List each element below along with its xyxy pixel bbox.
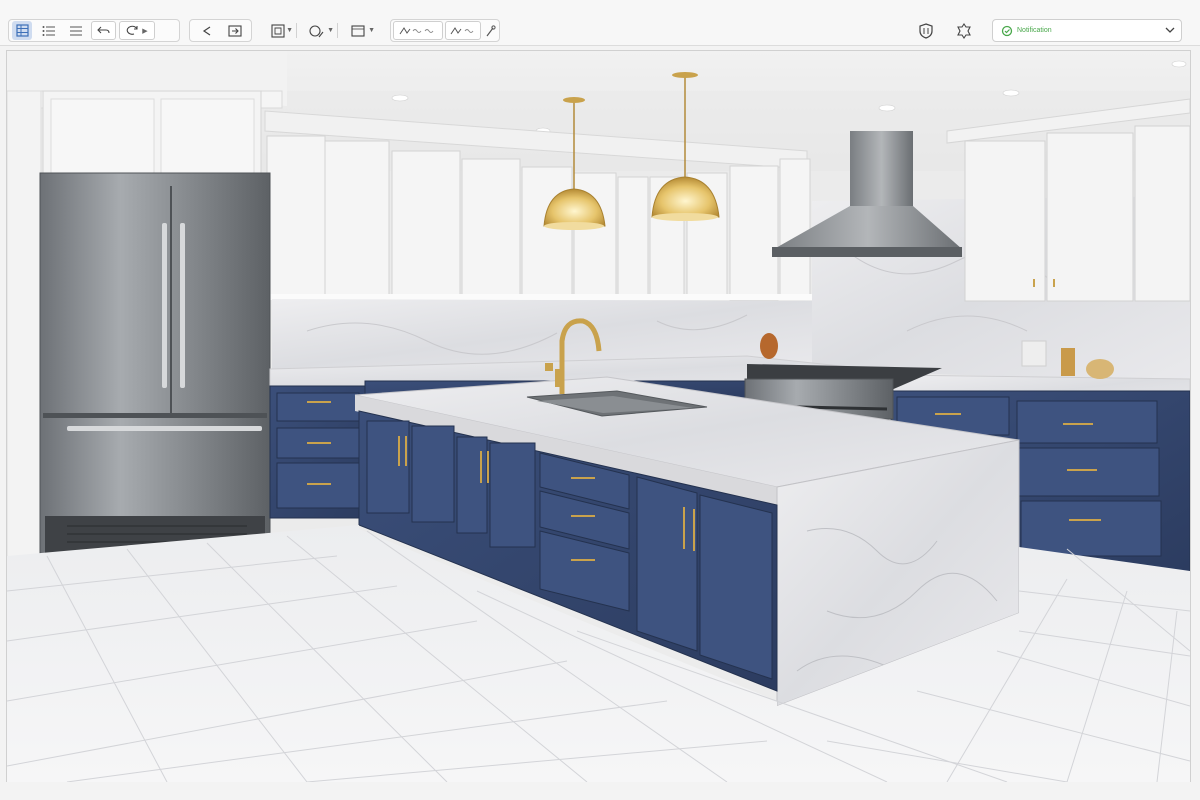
- back-icon: [202, 26, 211, 35]
- settings-icon: [486, 24, 496, 36]
- grid-view-button[interactable]: [12, 21, 32, 40]
- workspace-select-value: Notification: [1017, 27, 1052, 34]
- frame-dropdown-caret[interactable]: ▼: [286, 27, 293, 34]
- kitchen-render-image: [7, 51, 1190, 782]
- view-tools-group: ▶: [8, 19, 180, 42]
- export-icon: [228, 24, 242, 37]
- edit-link-icon: [450, 26, 474, 34]
- edit-tools-group: [189, 19, 252, 42]
- frame-button[interactable]: ▼: [263, 21, 293, 40]
- refrigerator: [39, 172, 271, 556]
- menu-lines-icon: [70, 26, 82, 35]
- image-canvas[interactable]: [6, 50, 1191, 783]
- list-view-button[interactable]: [37, 21, 61, 40]
- shape-tools-group: ▼ ▼ ▼: [262, 19, 387, 42]
- settings-button[interactable]: [481, 21, 499, 40]
- edit-link-button[interactable]: [445, 21, 481, 40]
- trim-icon: [399, 26, 434, 34]
- toolbar-divider: [337, 23, 338, 38]
- badge-button[interactable]: [954, 21, 974, 41]
- redo-icon: [127, 25, 138, 35]
- chevron-down-icon: [1165, 27, 1175, 33]
- shapes-icon: [309, 24, 324, 37]
- toolbar-divider: [296, 23, 297, 38]
- upper-cabinets-right: [964, 125, 1190, 302]
- redo-button[interactable]: ▶: [119, 21, 155, 40]
- shield-button[interactable]: [916, 21, 936, 41]
- shapes-button[interactable]: ▼: [300, 21, 334, 40]
- export-button[interactable]: [222, 21, 248, 40]
- workspace-select[interactable]: Notification: [992, 19, 1182, 42]
- menu-lines-button[interactable]: [64, 21, 88, 40]
- crop-dropdown-caret[interactable]: ▼: [368, 27, 375, 34]
- notification-status-icon: [1001, 25, 1013, 36]
- crop-button[interactable]: ▼: [341, 21, 375, 40]
- top-toolbar: ▶ ▼ ▼ ▼ Notification: [0, 0, 1200, 46]
- redo-dropdown-caret[interactable]: ▶: [142, 27, 147, 35]
- grid-view-icon: [15, 24, 29, 37]
- back-button[interactable]: [194, 21, 220, 40]
- frame-icon: [271, 23, 285, 38]
- undo-button[interactable]: [91, 21, 116, 40]
- badge-icon: [957, 23, 971, 39]
- shapes-dropdown-caret[interactable]: ▼: [327, 27, 334, 34]
- shield-icon: [919, 23, 933, 39]
- adjust-tools-group: [390, 19, 500, 42]
- status-strip: [0, 782, 1200, 800]
- crop-icon: [351, 24, 365, 37]
- list-view-icon: [42, 25, 55, 36]
- undo-icon: [97, 26, 110, 34]
- trim-button[interactable]: [393, 21, 443, 40]
